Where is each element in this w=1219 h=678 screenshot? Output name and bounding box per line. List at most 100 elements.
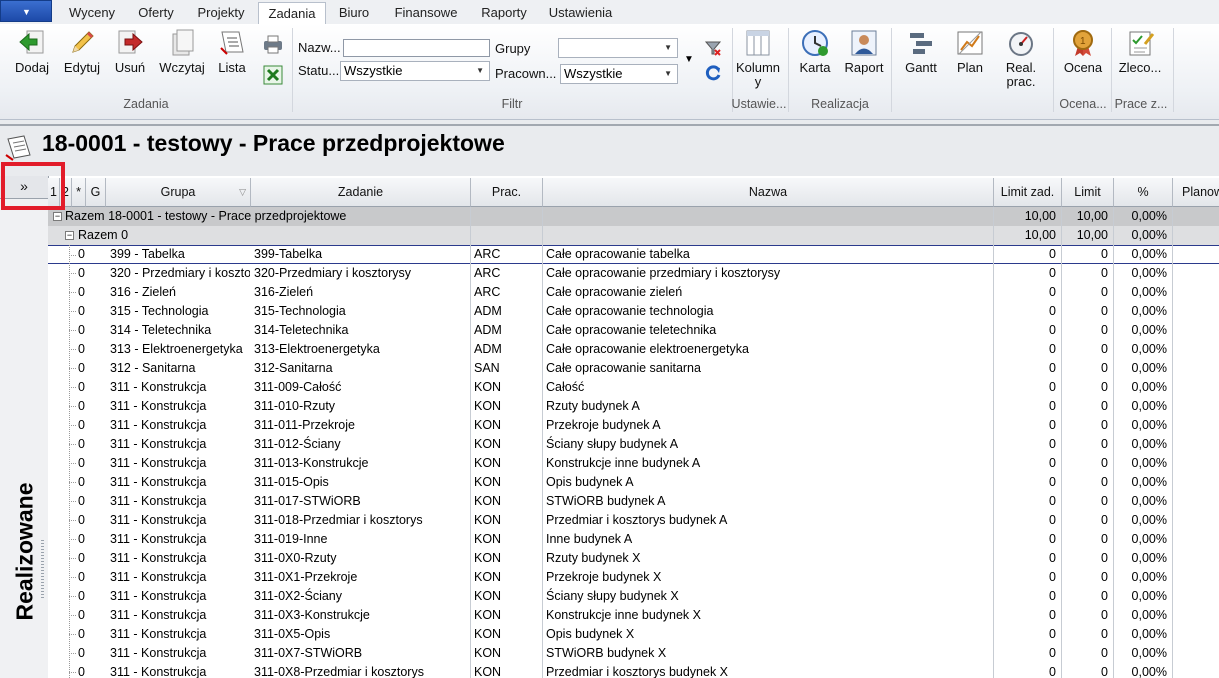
tree-line xyxy=(69,672,77,673)
nazwa-input[interactable] xyxy=(343,39,490,57)
raport-button[interactable]: Raport xyxy=(842,28,886,75)
side-panel-label: Realizowane xyxy=(11,482,38,621)
ocena-button[interactable]: 1 Ocena xyxy=(1060,28,1106,75)
wczytaj-button[interactable]: Wczytaj xyxy=(156,28,208,75)
nazwa-label: Nazw... xyxy=(298,40,341,55)
col-header-star[interactable]: * xyxy=(72,178,86,207)
gauge-icon xyxy=(1006,28,1036,58)
group-summary-row[interactable]: − Razem 18-0001 - testowy - Prace przedp… xyxy=(48,207,1219,226)
status-label: Statu... xyxy=(298,63,340,78)
usun-button[interactable]: Usuń xyxy=(110,28,150,75)
table-row[interactable]: 0 312 - Sanitarna 312-Sanitarna SAN Całe opr… xyxy=(48,359,1219,378)
tab-finansowe[interactable]: Finansowe xyxy=(386,2,466,23)
clear-filter-icon[interactable] xyxy=(704,40,722,56)
cell-zadanie: 311-009-Całość xyxy=(254,380,342,394)
cell-pct: 0,00% xyxy=(1131,399,1167,413)
table-row[interactable]: 0 311 - Konstrukcja 311-013-Konstrukcje KON… xyxy=(48,454,1219,473)
table-row[interactable]: 0 311 - Konstrukcja 311-015-Opis KON Opis bu… xyxy=(48,473,1219,492)
tab-wyceny[interactable]: Wyceny xyxy=(60,2,124,23)
collapse-icon[interactable]: − xyxy=(65,231,74,240)
grupy-select[interactable]: ▼ xyxy=(558,38,678,58)
table-row[interactable]: 0 313 - Elektroenergetyka 313-Elektroenerg… xyxy=(48,340,1219,359)
edytuj-button[interactable]: Edytuj xyxy=(60,28,104,75)
group-summary-row[interactable]: − Razem 0 10,00 10,00 0,00% xyxy=(48,226,1219,245)
cell-zadanie: 311-0X3-Konstrukcje xyxy=(254,608,370,622)
table-row[interactable]: 0 311 - Konstrukcja 311-0X5-Opis KON Opis bu… xyxy=(48,625,1219,644)
medal-icon: 1 xyxy=(1068,28,1098,58)
cell-nazwa: Ściany słupy budynek A xyxy=(546,437,679,451)
realizacja-pracownikow-button[interactable]: Real. prac. xyxy=(1000,28,1042,89)
splitter-grip[interactable] xyxy=(41,540,44,600)
karta-button[interactable]: Karta xyxy=(794,28,836,75)
cell-limit: 0 xyxy=(1101,418,1108,432)
table-row[interactable]: 0 311 - Konstrukcja 311-0X7-STWiORB KON STWi… xyxy=(48,644,1219,663)
col-header-limit-zad[interactable]: Limit zad. xyxy=(994,178,1062,207)
col-header-planowane[interactable]: Planow xyxy=(1173,178,1219,207)
col-header-g[interactable]: G xyxy=(86,178,106,207)
cell-g: 0 xyxy=(78,475,85,489)
cell-prac: KON xyxy=(474,646,502,660)
col-header-grupa[interactable]: Grupa ▽ xyxy=(106,178,251,207)
table-row[interactable]: 0 311 - Konstrukcja 311-011-Przekroje KON Pr… xyxy=(48,416,1219,435)
cell-limit-zad: 0 xyxy=(1049,494,1056,508)
cell-limit: 0 xyxy=(1101,589,1108,603)
tab-raporty[interactable]: Raporty xyxy=(474,2,534,23)
table-row[interactable]: 0 316 - Zieleń 316-Zieleń ARC Całe opracowan… xyxy=(48,283,1219,302)
col-header-limit[interactable]: Limit xyxy=(1062,178,1114,207)
table-row[interactable]: 0 311 - Konstrukcja 311-010-Rzuty KON Rzuty … xyxy=(48,397,1219,416)
table-row[interactable]: 0 311 - Konstrukcja 311-0X8-Przedmiar i ko… xyxy=(48,663,1219,678)
print-icon[interactable] xyxy=(262,34,284,54)
col-header-percent[interactable]: % xyxy=(1114,178,1173,207)
collapse-icon[interactable]: − xyxy=(53,212,62,221)
app-menu-button[interactable]: ▼ xyxy=(0,0,52,22)
cell-pct: 0,00% xyxy=(1131,551,1167,565)
cell-nazwa: STWiORB budynek X xyxy=(546,646,667,660)
table-row[interactable]: 0 311 - Konstrukcja 311-0X0-Rzuty KON Rzuty … xyxy=(48,549,1219,568)
lista-button[interactable]: Lista xyxy=(213,28,251,75)
status-select[interactable]: Wszystkie ▼ xyxy=(340,61,490,81)
ribbon: Dodaj Edytuj Usuń Wczytaj Lista Zadania … xyxy=(0,24,1219,120)
kolumny-button[interactable]: Kolumn y xyxy=(735,28,781,89)
table-row[interactable]: 0 311 - Konstrukcja 311-018-Przedmiar i ko… xyxy=(48,511,1219,530)
col-header-prac[interactable]: Prac. xyxy=(471,178,543,207)
filter-options-dropdown-icon[interactable]: ▼ xyxy=(684,54,694,65)
cell-limit-zad: 0 xyxy=(1049,361,1056,375)
excel-export-icon[interactable] xyxy=(262,64,284,86)
zlecenia-button[interactable]: Zleco... xyxy=(1116,28,1164,75)
table-row[interactable]: 0 315 - Technologia 315-Technologia ADM Całe… xyxy=(48,302,1219,321)
table-row[interactable]: 0 314 - Teletechnika 314-Teletechnika ADM Ca… xyxy=(48,321,1219,340)
group-label-prace-zlecone: Prace z... xyxy=(1114,97,1168,111)
cell-limit: 0 xyxy=(1101,247,1108,261)
cell-pct: 0,00% xyxy=(1131,418,1167,432)
tab-zadania[interactable]: Zadania xyxy=(258,2,326,25)
cell-zadanie: 311-017-STWiORB xyxy=(254,494,361,508)
table-row[interactable]: 0 311 - Konstrukcja 311-017-STWiORB KON STWi… xyxy=(48,492,1219,511)
filter-icon[interactable]: ▽ xyxy=(239,178,246,206)
gantt-button[interactable]: Gantt xyxy=(898,28,944,75)
cell-limit-zad: 0 xyxy=(1049,266,1056,280)
refresh-icon[interactable] xyxy=(704,64,722,82)
table-row[interactable]: 0 320 - Przedmiary i kosztorysy 320-Przedm… xyxy=(48,264,1219,283)
cell-nazwa: Całe opracowanie zieleń xyxy=(546,285,683,299)
cell-limit-zad: 0 xyxy=(1049,418,1056,432)
tab-oferty[interactable]: Oferty xyxy=(128,2,184,23)
table-row[interactable]: 0 311 - Konstrukcja 311-019-Inne KON Inne bu… xyxy=(48,530,1219,549)
pracownik-select[interactable]: Wszystkie ▼ xyxy=(560,64,678,84)
cell-nazwa: Całe opracowanie technologia xyxy=(546,304,714,318)
table-row[interactable]: 0 311 - Konstrukcja 311-0X3-Konstrukcje KON… xyxy=(48,606,1219,625)
cell-grupa: 311 - Konstrukcja xyxy=(110,532,207,546)
col-header-nazwa[interactable]: Nazwa xyxy=(543,178,994,207)
table-row[interactable]: 0 311 - Konstrukcja 311-0X2-Ściany KON Ścian… xyxy=(48,587,1219,606)
dodaj-button[interactable]: Dodaj xyxy=(10,28,54,75)
tab-ustawienia[interactable]: Ustawienia xyxy=(543,2,618,23)
tab-projekty[interactable]: Projekty xyxy=(189,2,253,23)
tab-biuro[interactable]: Biuro xyxy=(331,2,377,23)
table-row[interactable]: 0 311 - Konstrukcja 311-012-Ściany KON Ścian… xyxy=(48,435,1219,454)
table-row[interactable]: 0 399 - Tabelka 399-Tabelka ARC Całe opracow… xyxy=(48,245,1219,264)
cell-g: 0 xyxy=(78,589,85,603)
col-header-zadanie[interactable]: Zadanie xyxy=(251,178,471,207)
table-row[interactable]: 0 311 - Konstrukcja 311-009-Całość KON Całoś… xyxy=(48,378,1219,397)
cell-limit-zad: 0 xyxy=(1049,608,1056,622)
table-row[interactable]: 0 311 - Konstrukcja 311-0X1-Przekroje KON Pr… xyxy=(48,568,1219,587)
plan-button[interactable]: Plan xyxy=(950,28,990,75)
